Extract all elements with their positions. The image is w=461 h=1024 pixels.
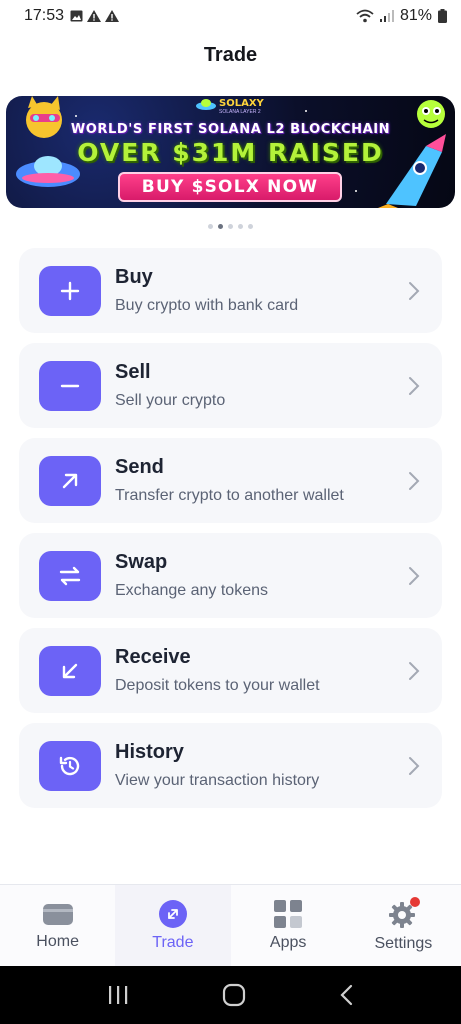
banner-logo-subtitle: SOLANA LAYER 2 <box>219 109 261 115</box>
menu-item-subtitle: View your transaction history <box>115 772 320 789</box>
trade-icon <box>158 899 187 928</box>
banner-pager <box>0 224 461 229</box>
recent-apps-icon[interactable] <box>107 985 129 1005</box>
promo-banner[interactable]: SOLAXY SOLANA LAYER 2 WORLD'S FIRST SOLA… <box>6 96 455 208</box>
swap-icon <box>39 550 101 601</box>
battery-icon <box>438 9 447 23</box>
arrow-up-right-icon <box>39 455 101 506</box>
menu-item-subtitle: Buy crypto with bank card <box>115 297 299 314</box>
chevron-right-icon <box>409 661 420 680</box>
nav-home[interactable]: Home <box>0 885 115 966</box>
nav-label: Trade <box>152 933 194 951</box>
pager-dot-active <box>218 224 223 229</box>
menu-item-title: History <box>115 741 184 763</box>
status-bar: 17:53 81% <box>0 0 461 32</box>
chevron-right-icon <box>409 376 420 395</box>
battery-percent: 81% <box>399 7 432 24</box>
wallet-icon <box>42 903 73 925</box>
apps-grid-icon <box>274 899 303 928</box>
banner-logo-text: SOLAXY <box>219 98 264 109</box>
menu-item-sell[interactable]: Sell Sell your crypto <box>19 343 442 428</box>
banner-cta-button[interactable]: BUY $SOLX NOW <box>118 172 342 202</box>
menu-item-receive[interactable]: Receive Deposit tokens to your wallet <box>19 628 442 713</box>
minus-icon <box>39 360 101 411</box>
chevron-right-icon <box>409 566 420 585</box>
bottom-nav: Home Trade Apps Settings <box>0 884 461 966</box>
banner-logo: SOLAXY SOLANA LAYER 2 <box>192 98 264 116</box>
menu-item-title: Buy <box>115 266 153 288</box>
menu-item-swap[interactable]: Swap Exchange any tokens <box>19 533 442 618</box>
trade-menu: Buy Buy crypto with bank card Sell Sell … <box>19 248 442 808</box>
pager-dot <box>208 224 213 229</box>
image-icon <box>70 10 83 22</box>
menu-item-subtitle: Deposit tokens to your wallet <box>115 677 320 694</box>
nav-trade[interactable]: Trade <box>115 885 231 966</box>
menu-item-title: Send <box>115 456 164 478</box>
nav-label: Settings <box>374 934 433 952</box>
banner-headline: WORLD'S FIRST SOLANA L2 BLOCKCHAIN <box>70 122 391 137</box>
menu-item-buy[interactable]: Buy Buy crypto with bank card <box>19 248 442 333</box>
nav-label: Apps <box>269 933 307 951</box>
nav-apps[interactable]: Apps <box>231 885 346 966</box>
chevron-right-icon <box>409 281 420 300</box>
menu-item-title: Swap <box>115 551 168 573</box>
home-button-icon[interactable] <box>222 983 246 1007</box>
system-nav-bar <box>0 966 461 1024</box>
settings-icon-wrap <box>388 896 421 929</box>
arrow-down-left-icon <box>39 645 101 696</box>
menu-item-subtitle: Transfer crypto to another wallet <box>115 487 344 504</box>
signal-icon <box>379 10 394 22</box>
pager-dot <box>248 224 253 229</box>
menu-item-subtitle: Sell your crypto <box>115 392 226 409</box>
nav-settings[interactable]: Settings <box>346 885 461 966</box>
status-time: 17:53 <box>24 7 65 24</box>
pager-dot <box>238 224 243 229</box>
warning-icon <box>105 10 120 22</box>
chevron-right-icon <box>409 471 420 490</box>
back-icon[interactable] <box>339 984 355 1006</box>
menu-item-title: Sell <box>115 361 151 383</box>
menu-item-history[interactable]: History View your transaction history <box>19 723 442 808</box>
page-title: Trade <box>203 44 258 66</box>
history-icon <box>39 740 101 791</box>
plus-icon <box>39 265 101 316</box>
menu-item-subtitle: Exchange any tokens <box>115 582 268 599</box>
chevron-right-icon <box>409 756 420 775</box>
nav-label: Home <box>36 932 79 950</box>
pager-dot <box>228 224 233 229</box>
menu-item-title: Receive <box>115 646 191 668</box>
menu-item-send[interactable]: Send Transfer crypto to another wallet <box>19 438 442 523</box>
warning-icon <box>87 10 102 22</box>
banner-amount: OVER $31M RAISED <box>77 138 384 167</box>
wifi-icon <box>356 9 374 23</box>
notification-dot <box>410 896 421 907</box>
